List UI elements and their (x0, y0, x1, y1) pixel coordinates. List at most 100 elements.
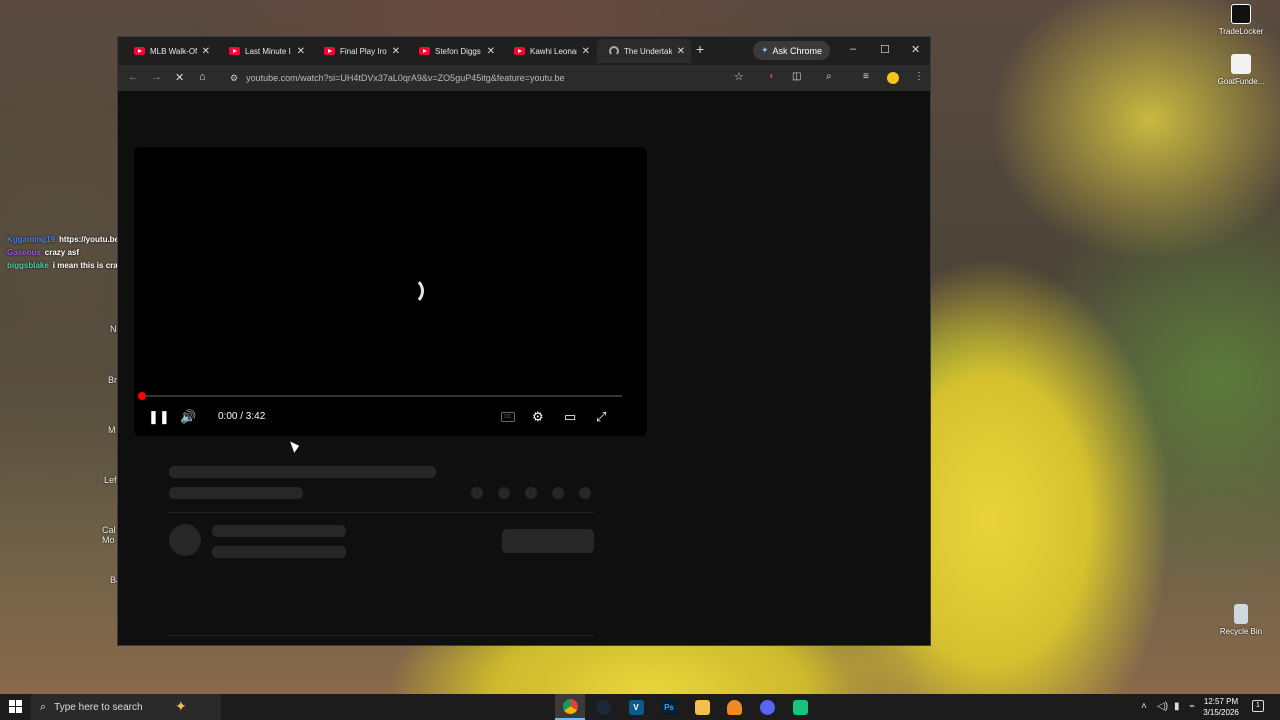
microphone-icon[interactable]: ▮ (1174, 701, 1180, 712)
tab[interactable]: Final Play Iro ✕ (312, 39, 406, 63)
browser-window: MLB Walk-Of ✕ Last Minute I ✕ Final Play… (117, 36, 931, 646)
tab-strip: MLB Walk-Of ✕ Last Minute I ✕ Final Play… (118, 37, 930, 65)
tab-title: Stefon Diggs (435, 46, 481, 56)
site-info-icon[interactable]: ⚙ (230, 73, 238, 84)
action-placeholder (552, 487, 564, 499)
channel-name-placeholder (212, 525, 346, 537)
taskbar-app-file-explorer[interactable] (687, 694, 717, 720)
close-icon[interactable]: ✕ (392, 46, 400, 57)
taskbar-app-steam[interactable] (588, 694, 618, 720)
taskbar-app-fl-studio[interactable] (719, 694, 749, 720)
recycle-bin-icon (1234, 604, 1248, 624)
settings-gear-icon[interactable]: ⚙ (532, 409, 544, 425)
fullscreen-icon[interactable]: ⤢ (596, 409, 606, 425)
menu-dots-icon[interactable]: ⋮ (914, 71, 924, 82)
desktop-icon-label: TradeLocker (1218, 27, 1264, 36)
sparkle-icon: ✦ (761, 45, 769, 55)
desktop-icon-label: Recycle Bin (1219, 627, 1263, 636)
title-placeholder (169, 466, 436, 478)
speaker-icon[interactable]: ◁) (1157, 701, 1168, 712)
chat-username: Gaseous (7, 248, 41, 257)
bookmark-star-icon[interactable]: ☆ (734, 70, 744, 83)
search-placeholder: Type here to search (54, 701, 143, 713)
tab[interactable]: MLB Walk-Of ✕ (122, 39, 216, 63)
tab-title: MLB Walk-Of (150, 46, 197, 56)
profile-avatar[interactable] (887, 72, 899, 84)
desktop-icon-label: GoatFunde... (1217, 77, 1265, 86)
notification-center-icon[interactable]: 1 (1252, 700, 1264, 712)
time-display: 0:00 / 3:42 (218, 411, 266, 422)
youtube-icon (229, 47, 240, 55)
close-icon[interactable]: ✕ (487, 46, 495, 57)
lens-search-icon[interactable]: ⌕ (826, 71, 832, 82)
loading-icon (609, 46, 619, 56)
desktop-partial-text: Lef (104, 475, 117, 485)
desktop-partial-text: M (108, 425, 116, 435)
desktop-icon-goatfunded[interactable]: GoatFunde... (1211, 54, 1271, 86)
home-icon[interactable]: ⌂ (199, 71, 206, 83)
action-placeholder (525, 487, 537, 499)
close-icon[interactable]: ✕ (297, 46, 305, 57)
progress-bar[interactable] (142, 395, 622, 397)
page-content: ❚❚ 🔊 0:00 / 3:42 CC ⚙ ▭ ⤢ (118, 91, 930, 645)
extensions-puzzle-icon[interactable]: ◫ (792, 71, 801, 82)
volume-icon[interactable]: 🔊 (180, 409, 196, 425)
chat-username: biggsblake (7, 261, 49, 270)
goatfunded-icon (1231, 54, 1251, 74)
taskbar-app-photoshop[interactable]: Ps (654, 694, 684, 720)
chat-username: Kggaming19 (7, 235, 56, 244)
new-tab-button[interactable]: + (696, 41, 704, 57)
pause-button[interactable]: ❚❚ (148, 409, 170, 425)
extension-icon[interactable]: ◖ (768, 71, 774, 82)
media-control-icon[interactable]: ≡ (863, 71, 869, 82)
back-arrow-icon[interactable]: ← (128, 71, 139, 83)
photoshop-icon: Ps (661, 699, 677, 715)
minimize-button[interactable]: – (850, 43, 856, 55)
desktop-partial-text: Cal (102, 525, 116, 535)
taskbar-app-tradingview[interactable]: V (621, 694, 651, 720)
close-icon[interactable]: ✕ (202, 46, 210, 57)
close-icon[interactable]: ✕ (677, 46, 685, 57)
taskbar-search[interactable]: ⌕ Type here to search (31, 694, 221, 720)
ask-chrome-button[interactable]: ✦ Ask Chrome (753, 41, 831, 60)
taskbar: ⌕ Type here to search ✦ V Ps ˄ ◁) ▮ ⌁ 12… (0, 694, 1280, 720)
tradelocker-icon (1231, 4, 1251, 24)
action-placeholder (498, 487, 510, 499)
desktop-icon-recycle-bin[interactable]: Recycle Bin (1211, 604, 1271, 636)
windows-start-button[interactable] (9, 700, 23, 714)
show-hidden-icons-chevron-icon[interactable]: ˄ (1141, 701, 1147, 712)
close-icon[interactable]: ✕ (582, 46, 590, 57)
action-placeholder (579, 487, 591, 499)
video-player[interactable]: ❚❚ 🔊 0:00 / 3:42 CC ⚙ ▭ ⤢ (134, 147, 647, 436)
youtube-icon (419, 47, 430, 55)
taskbar-app-chrome[interactable] (555, 694, 585, 720)
forward-arrow-icon[interactable]: → (151, 71, 162, 83)
theater-mode-icon[interactable]: ▭ (564, 409, 576, 425)
scrubber-handle[interactable] (138, 392, 146, 400)
url-input[interactable] (246, 73, 727, 83)
tab[interactable]: Kawhi Leonar ✕ (502, 39, 596, 63)
tradingview-icon: V (628, 699, 644, 715)
tab[interactable]: Stefon Diggs ✕ (407, 39, 501, 63)
desktop-partial-text: Mo (102, 535, 115, 545)
captions-icon[interactable]: CC (501, 412, 515, 422)
taskbar-app-chatgpt[interactable] (785, 694, 815, 720)
tab[interactable]: Last Minute I ✕ (217, 39, 311, 63)
stop-loading-icon[interactable]: ✕ (175, 71, 184, 84)
desktop-partial-text: Br (108, 375, 117, 385)
taskbar-app-discord[interactable] (752, 694, 782, 720)
browser-toolbar: ← → ✕ ⌂ ⚙ ☆ ◖ ◫ ⌕ ≡ ⋮ (118, 65, 930, 91)
subtitle-placeholder (169, 487, 303, 499)
search-highlight-icon: ✦ (175, 698, 187, 714)
desktop-icon-tradelocker[interactable]: TradeLocker (1211, 4, 1271, 36)
desktop-partial-text: N (110, 324, 117, 334)
divider (168, 635, 594, 636)
address-bar[interactable]: ⚙ (222, 67, 752, 89)
clock-date: 3/15/2026 (1203, 708, 1239, 717)
maximize-button[interactable]: ☐ (880, 43, 890, 56)
tab-active[interactable]: The Undertak ✕ (597, 39, 691, 63)
youtube-icon (324, 47, 335, 55)
system-clock[interactable]: 12:57 PM 3/15/2026 (1197, 696, 1245, 718)
network-icon[interactable]: ⌁ (1189, 701, 1195, 712)
close-window-button[interactable]: ✕ (911, 43, 920, 56)
